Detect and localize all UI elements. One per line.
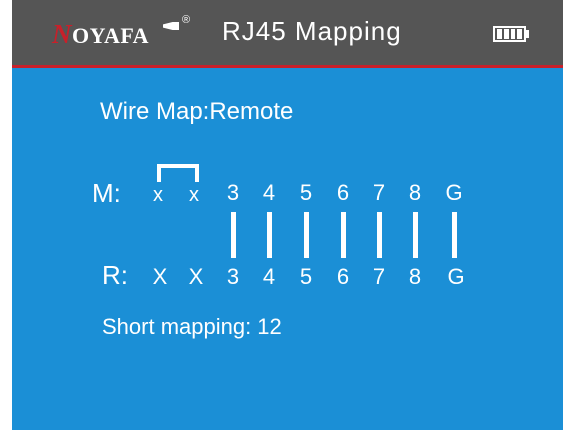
remote-pin-7: 7 [372,264,386,289]
remote-pin-g: G [447,264,465,289]
short-bracket [157,164,199,182]
mapping-screen: Wire Map:Remote M: R: x x 3 4 5 6 7 8 G … [12,68,563,430]
brand-name: OYAFA [72,23,150,48]
remote-pin-5: 5 [299,264,313,289]
main-pin-5: 5 [299,180,313,205]
battery-cell [517,29,522,39]
remote-pin-6: 6 [336,264,350,289]
wire-line-g [452,212,457,258]
screen-title: RJ45 Mapping [222,16,402,46]
brand-logo: NOYAFA [52,19,149,50]
wire-line-7 [377,212,382,258]
battery-cell [510,29,516,39]
main-pin-4: 4 [262,180,276,205]
wire-line-8 [413,212,418,258]
main-pin-6: 6 [336,180,350,205]
wire-line-5 [304,212,309,258]
main-pin-7: 7 [372,180,386,205]
main-pin-8: 8 [408,180,422,205]
brand-initial: N [52,19,72,49]
registered-mark: ® [182,14,191,26]
battery-cell [497,29,502,39]
main-pin-1: x [153,184,163,206]
remote-pin-3: 3 [226,264,240,289]
main-pin-3: 3 [226,180,240,205]
wire-line-6 [341,212,346,258]
battery-tip [526,30,529,38]
wire-line-4 [267,212,272,258]
remote-pin-2: X [188,264,204,289]
remote-pin-8: 8 [408,264,422,289]
remote-row-label: R: [102,260,128,290]
flag-icon [163,22,179,30]
wire-line-3 [231,212,236,258]
status-message: Short mapping: 12 [102,314,282,339]
battery-cell [503,29,509,39]
remote-pin-4: 4 [262,264,276,289]
battery-full-icon [493,26,526,42]
tester-display: NOYAFA ® RJ45 Mapping Wire Map:Remote M:… [12,0,563,430]
main-row-label: M: [92,178,121,208]
main-pin-g: G [445,180,463,205]
wire-map-label: Wire Map:Remote [100,98,294,125]
header-bar: NOYAFA ® RJ45 Mapping [12,0,563,68]
main-pin-2: x [189,184,199,206]
remote-pin-1: X [152,264,168,289]
